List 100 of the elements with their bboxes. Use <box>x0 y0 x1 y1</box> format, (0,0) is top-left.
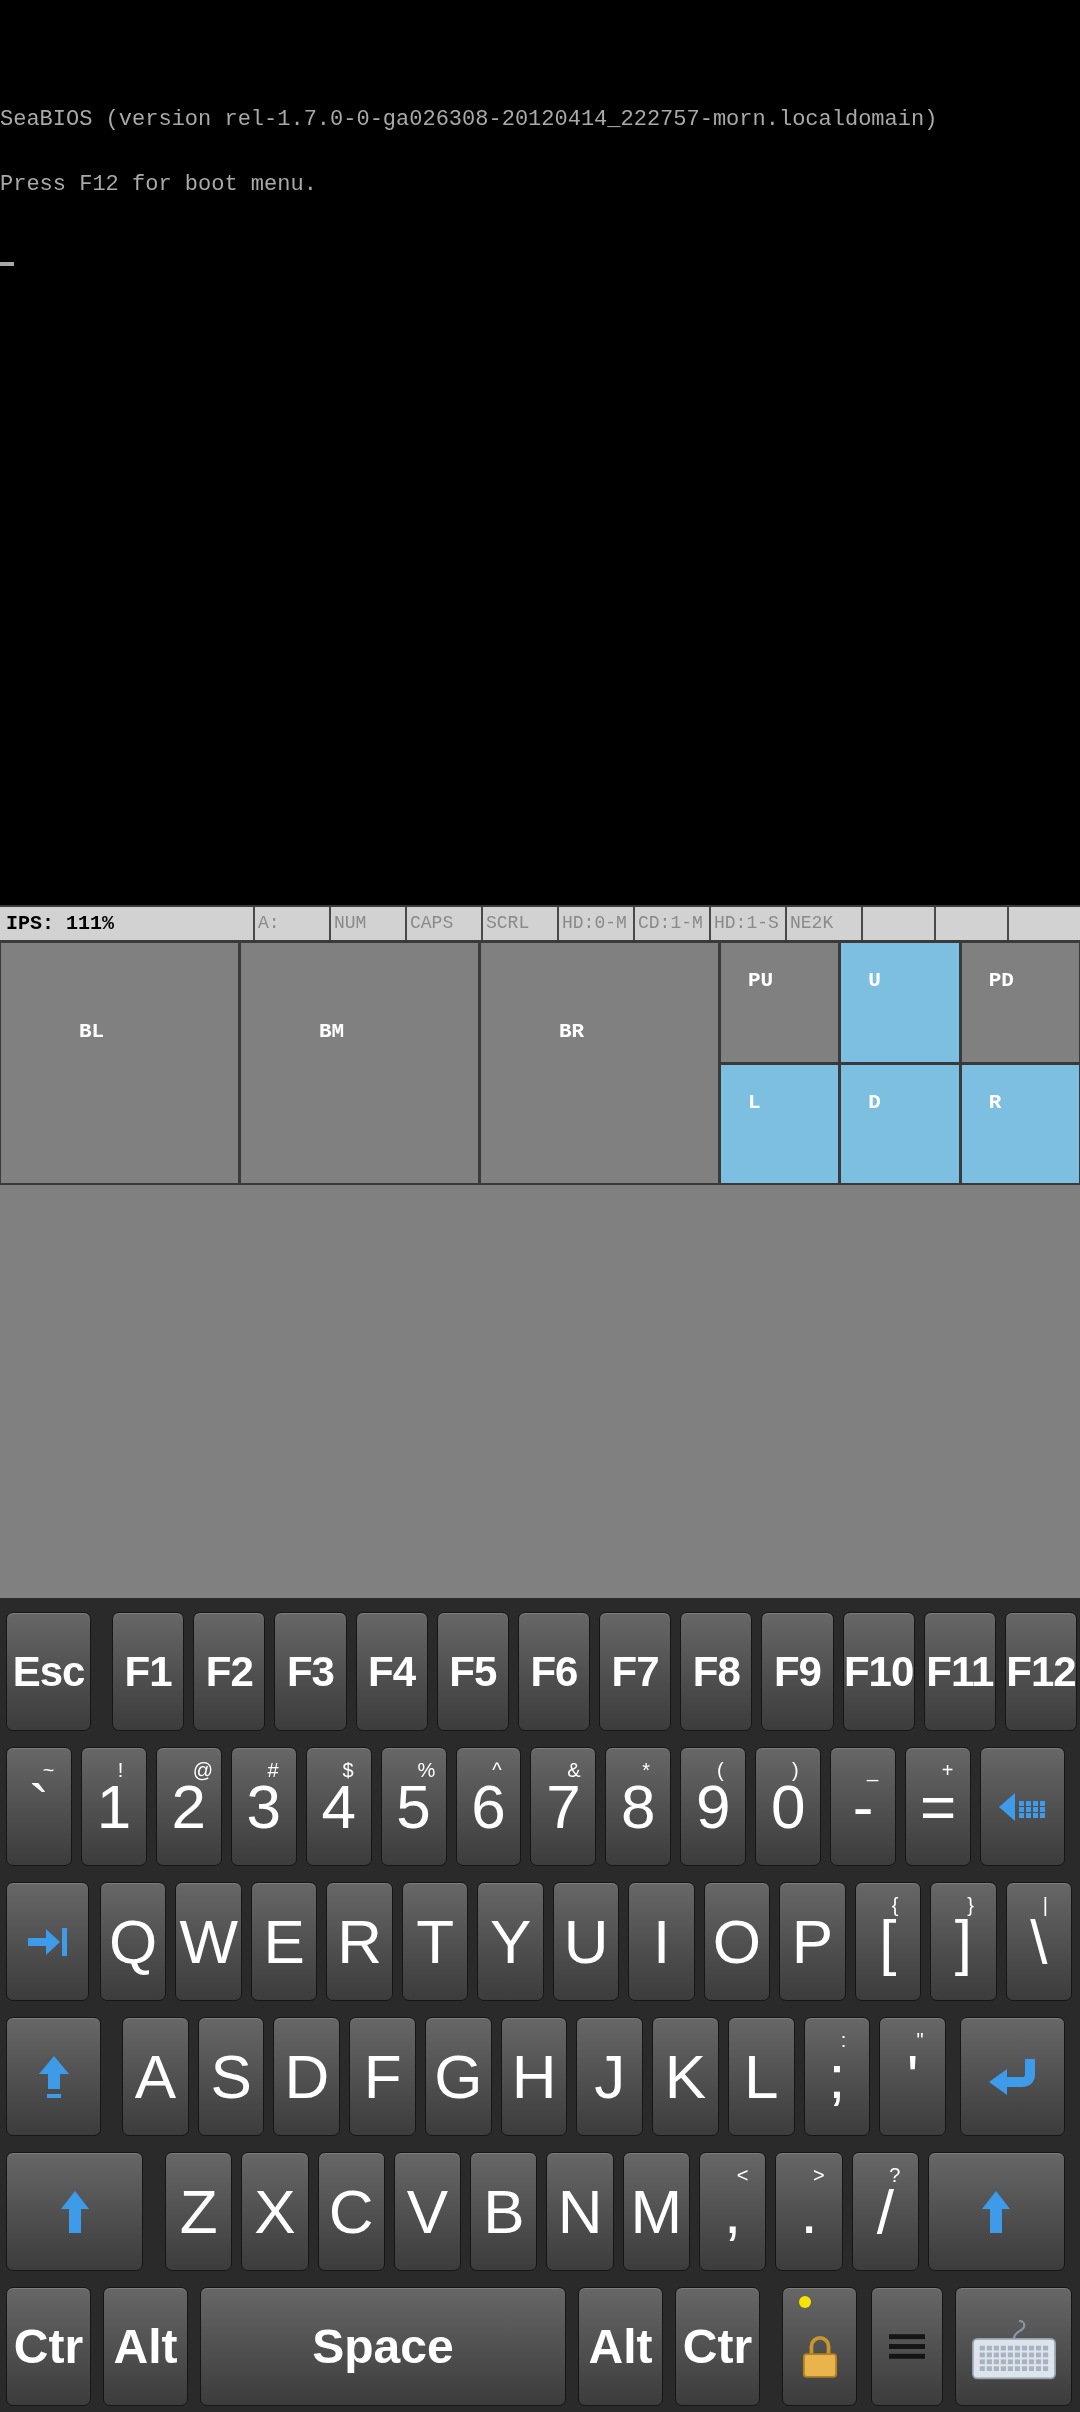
up-arrow-icon <box>60 2190 89 2233</box>
keyboard-key[interactable]: 9( <box>680 1747 747 1866</box>
keyboard-key[interactable]: F5 <box>436 1612 509 1731</box>
keyboard-key[interactable] <box>960 2017 1066 2136</box>
keyboard-key[interactable] <box>980 1747 1065 1866</box>
keyboard-key[interactable]: ]} <box>930 1882 997 2001</box>
keyboard-key[interactable]: 6^ <box>455 1747 522 1866</box>
touch-button[interactable]: PD <box>961 943 1079 1062</box>
keyboard-key[interactable]: S <box>197 2017 265 2136</box>
keyboard-key[interactable]: '" <box>879 2017 947 2136</box>
keyboard-key[interactable]: F <box>349 2017 416 2136</box>
keyboard-key[interactable]: U <box>552 1882 620 2001</box>
keyboard-key[interactable]: K <box>652 2017 719 2136</box>
keyboard-key[interactable]: ,< <box>699 2152 767 2271</box>
padlock-icon <box>800 2333 839 2378</box>
keyboard-key[interactable]: Z <box>165 2152 233 2271</box>
keyboard-key[interactable]: V <box>393 2152 462 2271</box>
return-arrow-icon <box>988 2058 1037 2095</box>
console-line: SeaBIOS (version rel-1.7.0-0-ga026308-20120414_222757-morn.localdomain) <box>0 106 938 134</box>
keyboard-key[interactable] <box>782 2287 857 2406</box>
touch-button[interactable]: BR <box>481 943 718 1183</box>
keyboard-key[interactable]: Ctr <box>6 2287 91 2406</box>
keyboard-key[interactable]: G <box>424 2017 492 2136</box>
keyboard-key[interactable]: F4 <box>355 1612 428 1731</box>
keyboard-key[interactable]: /? <box>851 2152 919 2271</box>
keyboard-key[interactable]: [{ <box>854 1882 922 2001</box>
keyboard-key[interactable]: 0) <box>755 1747 822 1866</box>
keyboard-key[interactable]: \| <box>1005 1882 1073 2001</box>
touch-button[interactable]: BL <box>1 943 238 1183</box>
status-indicator: A: <box>255 907 331 940</box>
keyboard-key[interactable]: C <box>317 2152 385 2271</box>
keyboard-key[interactable]: `~ <box>6 1747 72 1866</box>
keyboard-key[interactable]: H <box>500 2017 568 2136</box>
dotted-left-arrow-icon <box>999 1792 1046 1821</box>
cursor-icon <box>0 261 14 266</box>
keyboard-key[interactable] <box>6 2152 143 2271</box>
keyboard-key[interactable]: F2 <box>193 1612 266 1731</box>
keyboard-key[interactable]: 3# <box>230 1747 297 1866</box>
keyboard-key[interactable]: F8 <box>680 1612 753 1731</box>
keyboard-key[interactable]: Q <box>100 1882 167 2001</box>
keyboard-key[interactable]: O <box>703 1882 771 2001</box>
keyboard-key[interactable]: F11 <box>923 1612 996 1731</box>
keyboard-key[interactable]: I <box>628 1882 695 2001</box>
keyboard-key[interactable]: F7 <box>599 1612 672 1731</box>
keyboard-key[interactable]: Space <box>200 2287 566 2406</box>
status-indicator: HD:1-S <box>711 907 787 940</box>
touch-button[interactable]: BM <box>241 943 478 1183</box>
status-indicator: NUM <box>331 907 407 940</box>
keyboard-key[interactable]: 1! <box>80 1747 147 1866</box>
status-indicator: SCRL <box>483 907 559 940</box>
keyboard-key[interactable]: J <box>576 2017 644 2136</box>
keyboard-key[interactable]: B <box>470 2152 538 2271</box>
status-indicator: NE2K <box>787 907 863 940</box>
keyboard-key[interactable]: W <box>175 1882 242 2001</box>
keyboard-icon <box>970 2319 1057 2380</box>
console-line: Press F12 for boot menu. <box>0 171 317 199</box>
keyboard-key[interactable]: N <box>546 2152 614 2271</box>
keyboard-key[interactable]: F9 <box>761 1612 834 1731</box>
keyboard-key[interactable]: Ctr <box>675 2287 760 2406</box>
keyboard-key[interactable]: X <box>241 2152 309 2271</box>
keyboard-key[interactable]: 7& <box>530 1747 597 1866</box>
ips-readout: IPS: 111% <box>0 907 255 940</box>
status-indicator: HD:0-M <box>559 907 635 940</box>
status-indicator: CAPS <box>407 907 483 940</box>
keyboard-key[interactable]: 5% <box>380 1747 447 1866</box>
keyboard-key[interactable]: =+ <box>905 1747 971 1866</box>
keyboard-key[interactable]: M <box>622 2152 691 2271</box>
keyboard-key[interactable]: F6 <box>517 1612 591 1731</box>
keyboard-key[interactable]: Y <box>477 1882 544 2001</box>
keyboard-key[interactable]: 4$ <box>305 1747 372 1866</box>
up-arrow-icon <box>982 2190 1011 2233</box>
keyboard-key[interactable] <box>927 2152 1065 2271</box>
keyboard-key[interactable]: Alt <box>103 2287 188 2406</box>
keyboard-key[interactable]: P <box>779 1882 846 2001</box>
keyboard-key[interactable]: Alt <box>578 2287 663 2406</box>
keyboard-key[interactable]: F1 <box>112 1612 185 1731</box>
keyboard-key[interactable]: F10 <box>842 1612 915 1731</box>
keyboard-key[interactable]: 2@ <box>155 1747 222 1866</box>
keyboard-key[interactable]: R <box>326 1882 393 2001</box>
status-indicator: CD:1-M <box>635 907 711 940</box>
keyboard-key[interactable]: E <box>250 1882 318 2001</box>
keyboard-key[interactable]: D <box>273 2017 341 2136</box>
right-arrow-bar-icon <box>28 1927 67 1956</box>
menu-icon <box>889 2334 925 2359</box>
keyboard-key[interactable] <box>955 2287 1072 2406</box>
keyboard-key[interactable]: A <box>122 2017 189 2136</box>
keyboard-key[interactable]: T <box>401 1882 469 2001</box>
keyboard-key[interactable]: F12 <box>1004 1612 1078 1731</box>
touch-button[interactable]: PU <box>721 943 839 1062</box>
keyboard-key[interactable]: .> <box>775 2152 843 2271</box>
keyboard-key[interactable]: F3 <box>274 1612 347 1731</box>
dot-icon <box>799 2296 811 2308</box>
keyboard-key[interactable] <box>6 2017 101 2136</box>
keyboard-key[interactable]: -_ <box>830 1747 897 1866</box>
keyboard-key[interactable]: Esc <box>6 1612 91 1731</box>
up-arrow-underline-icon <box>38 2055 69 2098</box>
keyboard-key[interactable]: L <box>727 2017 795 2136</box>
keyboard-key[interactable]: 8* <box>605 1747 672 1866</box>
keyboard-key[interactable] <box>6 1882 89 2001</box>
keyboard-key[interactable]: ;: <box>803 2017 871 2136</box>
